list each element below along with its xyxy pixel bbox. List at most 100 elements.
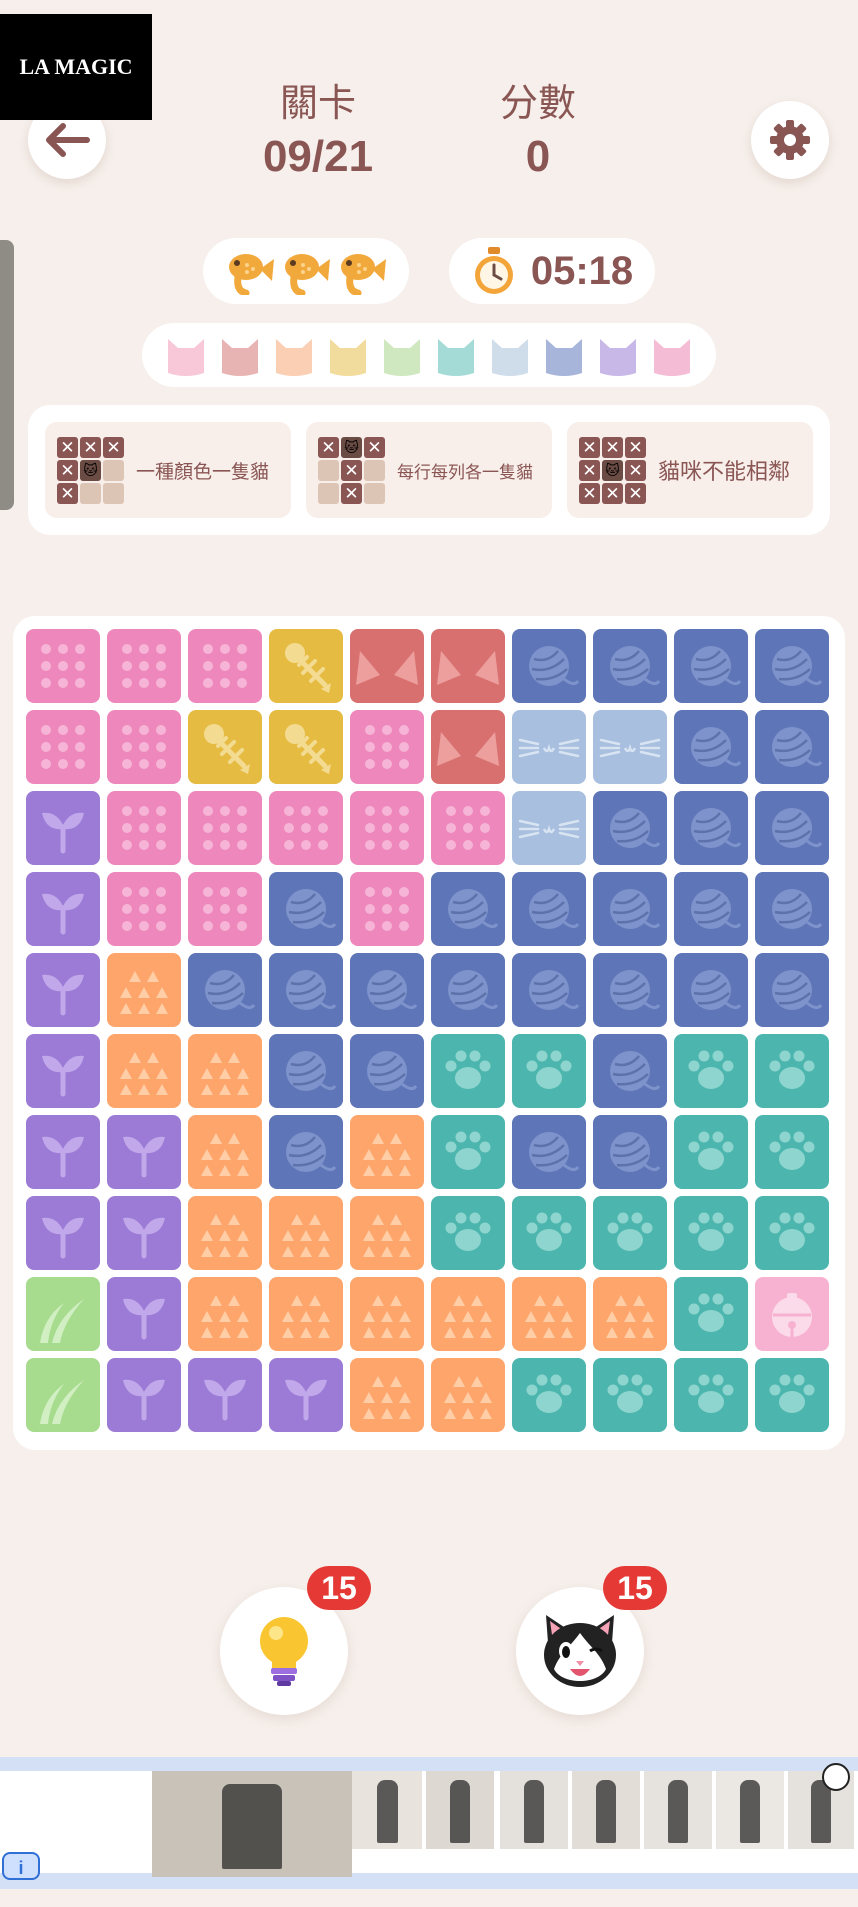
board-cell[interactable]	[512, 629, 586, 703]
board-cell[interactable]	[755, 1034, 829, 1108]
board-cell[interactable]	[188, 1034, 262, 1108]
board-cell[interactable]	[269, 791, 343, 865]
board-cell[interactable]	[512, 872, 586, 946]
board-cell[interactable]	[350, 1115, 424, 1189]
board-cell[interactable]	[512, 1358, 586, 1432]
board-cell[interactable]	[431, 872, 505, 946]
board-cell[interactable]	[107, 1115, 181, 1189]
board-cell[interactable]	[593, 1196, 667, 1270]
board-cell[interactable]	[674, 1196, 748, 1270]
ad-product-image[interactable]	[352, 1771, 422, 1849]
board-cell[interactable]	[107, 629, 181, 703]
board-cell[interactable]	[755, 1277, 829, 1351]
board-cell[interactable]	[674, 1034, 748, 1108]
board-cell[interactable]	[431, 1034, 505, 1108]
board-cell[interactable]	[593, 1358, 667, 1432]
board-cell[interactable]	[755, 1196, 829, 1270]
ad-close-button[interactable]	[822, 1763, 850, 1791]
board-cell[interactable]	[431, 1358, 505, 1432]
board-cell[interactable]	[431, 710, 505, 784]
board-cell[interactable]	[269, 1034, 343, 1108]
board-cell[interactable]	[674, 791, 748, 865]
board-cell[interactable]	[674, 953, 748, 1027]
board-cell[interactable]	[188, 710, 262, 784]
board-cell[interactable]	[107, 791, 181, 865]
board-cell[interactable]	[350, 710, 424, 784]
board-cell[interactable]	[350, 1277, 424, 1351]
board-cell[interactable]	[512, 1277, 586, 1351]
board-cell[interactable]	[674, 1277, 748, 1351]
board-cell[interactable]	[593, 1277, 667, 1351]
board-cell[interactable]	[512, 791, 586, 865]
board-cell[interactable]	[269, 1115, 343, 1189]
board-cell[interactable]	[188, 1358, 262, 1432]
board-cell[interactable]	[350, 1034, 424, 1108]
board-cell[interactable]	[26, 1196, 100, 1270]
board-cell[interactable]	[269, 1277, 343, 1351]
board-cell[interactable]	[269, 710, 343, 784]
board-cell[interactable]	[755, 953, 829, 1027]
board-cell[interactable]	[26, 1115, 100, 1189]
board-cell[interactable]	[674, 629, 748, 703]
board-cell[interactable]	[755, 791, 829, 865]
board-cell[interactable]	[755, 1115, 829, 1189]
board-cell[interactable]	[593, 1034, 667, 1108]
board-cell[interactable]	[350, 953, 424, 1027]
board-cell[interactable]	[350, 1196, 424, 1270]
board-cell[interactable]	[107, 1277, 181, 1351]
board-cell[interactable]	[107, 1034, 181, 1108]
board-cell[interactable]	[431, 629, 505, 703]
board-cell[interactable]	[593, 791, 667, 865]
board-cell[interactable]	[188, 872, 262, 946]
board-cell[interactable]	[107, 1196, 181, 1270]
board-cell[interactable]	[107, 710, 181, 784]
board-cell[interactable]	[593, 710, 667, 784]
board-cell[interactable]	[26, 629, 100, 703]
board-cell[interactable]	[674, 1115, 748, 1189]
ad-info-button[interactable]: i	[2, 1852, 40, 1880]
board-cell[interactable]	[512, 1196, 586, 1270]
board-cell[interactable]	[431, 1277, 505, 1351]
board-cell[interactable]	[755, 710, 829, 784]
board-cell[interactable]	[674, 872, 748, 946]
board-cell[interactable]	[188, 1115, 262, 1189]
board-cell[interactable]	[269, 629, 343, 703]
board-cell[interactable]	[755, 872, 829, 946]
ad-product-image[interactable]	[644, 1771, 712, 1849]
board-cell[interactable]	[431, 1115, 505, 1189]
ad-product-image[interactable]	[500, 1771, 568, 1849]
board-cell[interactable]	[512, 710, 586, 784]
board-cell[interactable]	[188, 953, 262, 1027]
board-cell[interactable]	[26, 791, 100, 865]
board-cell[interactable]	[350, 791, 424, 865]
ad-product-image[interactable]	[572, 1771, 640, 1849]
ad-brand-logo[interactable]: LA MAGIC	[0, 14, 152, 120]
settings-button[interactable]	[751, 101, 829, 179]
board-cell[interactable]	[512, 953, 586, 1027]
board-cell[interactable]	[593, 872, 667, 946]
board-cell[interactable]	[431, 953, 505, 1027]
board-cell[interactable]	[26, 872, 100, 946]
board-cell[interactable]	[188, 1196, 262, 1270]
board-cell[interactable]	[431, 1196, 505, 1270]
board-cell[interactable]	[593, 1115, 667, 1189]
board-cell[interactable]	[755, 629, 829, 703]
board-cell[interactable]	[188, 1277, 262, 1351]
board-cell[interactable]	[26, 1358, 100, 1432]
board-cell[interactable]	[107, 872, 181, 946]
board-cell[interactable]	[593, 953, 667, 1027]
ad-product-image[interactable]	[152, 1771, 352, 1877]
board-cell[interactable]	[350, 872, 424, 946]
board-cell[interactable]	[26, 710, 100, 784]
board-cell[interactable]	[593, 629, 667, 703]
board-cell[interactable]	[674, 710, 748, 784]
board-cell[interactable]	[674, 1358, 748, 1432]
board-cell[interactable]	[431, 791, 505, 865]
ad-product-image[interactable]	[716, 1771, 784, 1849]
board-cell[interactable]	[107, 953, 181, 1027]
board-cell[interactable]	[107, 1358, 181, 1432]
board-cell[interactable]	[269, 872, 343, 946]
board-cell[interactable]	[350, 629, 424, 703]
board-cell[interactable]	[269, 1358, 343, 1432]
board-cell[interactable]	[512, 1034, 586, 1108]
